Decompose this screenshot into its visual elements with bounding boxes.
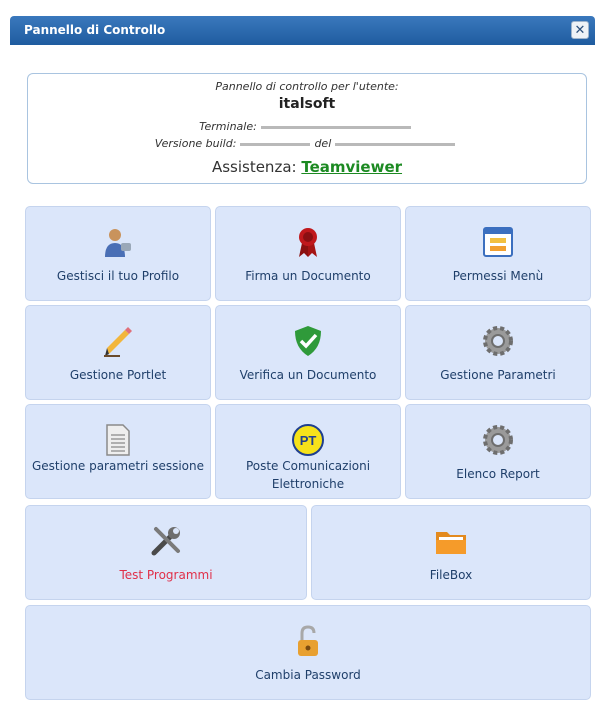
terminal-value-redacted [260, 125, 411, 129]
tile-label: Gestione Portlet [69, 368, 167, 382]
info-build: Versione build: del [28, 137, 586, 150]
unlock-icon [298, 625, 318, 656]
tile-report-list[interactable]: Elenco Report [405, 404, 591, 499]
terminal-label: Terminale: [199, 120, 257, 133]
support-label: Assistenza: [211, 158, 297, 176]
tile-poste[interactable]: PT Poste Comunicazioni Elettroniche [215, 404, 401, 499]
tile-label: Gestisci il tuo Profilo [56, 269, 180, 283]
pt-logo-text: PT [300, 433, 317, 448]
tile-label: Test Programmi [119, 568, 213, 582]
tile-label: Elenco Report [456, 467, 540, 481]
tile-label: Poste Comunicazioni Elettroniche [245, 459, 371, 491]
tile-label: Verifica un Documento [239, 368, 377, 382]
teamviewer-link[interactable]: Teamviewer [301, 158, 402, 176]
close-icon: ✕ [574, 23, 586, 38]
document-icon [106, 424, 130, 456]
tile-filebox[interactable]: FileBox [311, 505, 591, 600]
gear-icon [483, 425, 513, 455]
user-info-box: Pannello di controllo per l'utente: ital… [27, 73, 587, 184]
close-button[interactable]: ✕ [571, 21, 589, 39]
tile-session-parameters[interactable]: Gestione parametri sessione [25, 404, 211, 499]
window-titlebar: Pannello di Controllo ✕ [10, 16, 595, 45]
tile-test-programs[interactable]: Test Programmi [25, 505, 307, 600]
info-intro: Pannello di controllo per l'utente: [215, 80, 399, 93]
tile-label: Permessi Menù [452, 269, 544, 283]
tile-label: Gestione Parametri [440, 368, 556, 382]
tile-verify-document[interactable]: Verifica un Documento [215, 305, 401, 400]
tile-label: Firma un Documento [245, 269, 371, 283]
tile-label: Cambia Password [255, 668, 361, 682]
tile-label: Gestione parametri sessione [31, 459, 205, 473]
menu-permissions-icon [483, 227, 513, 257]
tile-menu-permissions[interactable]: Permessi Menù [405, 206, 591, 301]
pt-logo-icon: PT [292, 424, 324, 456]
tools-icon [151, 527, 180, 556]
user-profile-icon [105, 229, 131, 257]
support-row: Assistenza: Teamviewer [28, 158, 586, 176]
info-terminal: Terminale: [28, 120, 586, 133]
shield-check-icon [295, 326, 321, 356]
build-label: Versione build: [154, 137, 237, 150]
tile-parameters[interactable]: Gestione Parametri [405, 305, 591, 400]
build-date-redacted [335, 142, 456, 146]
gear-icon [483, 326, 513, 356]
build-date-label: del [314, 137, 332, 150]
tile-sign-document[interactable]: Firma un Documento [215, 206, 401, 301]
pencil-icon [104, 327, 132, 357]
window-title: Pannello di Controllo [24, 23, 166, 37]
tile-portlet[interactable]: Gestione Portlet [25, 305, 211, 400]
seal-ribbon-icon [299, 228, 317, 257]
folder-icon [436, 532, 466, 554]
build-value-redacted [240, 142, 311, 146]
info-username: italsoft [278, 96, 336, 112]
tile-label: FileBox [429, 568, 473, 582]
tile-profile[interactable]: Gestisci il tuo Profilo [25, 206, 211, 301]
tile-change-password[interactable]: Cambia Password [25, 605, 591, 700]
